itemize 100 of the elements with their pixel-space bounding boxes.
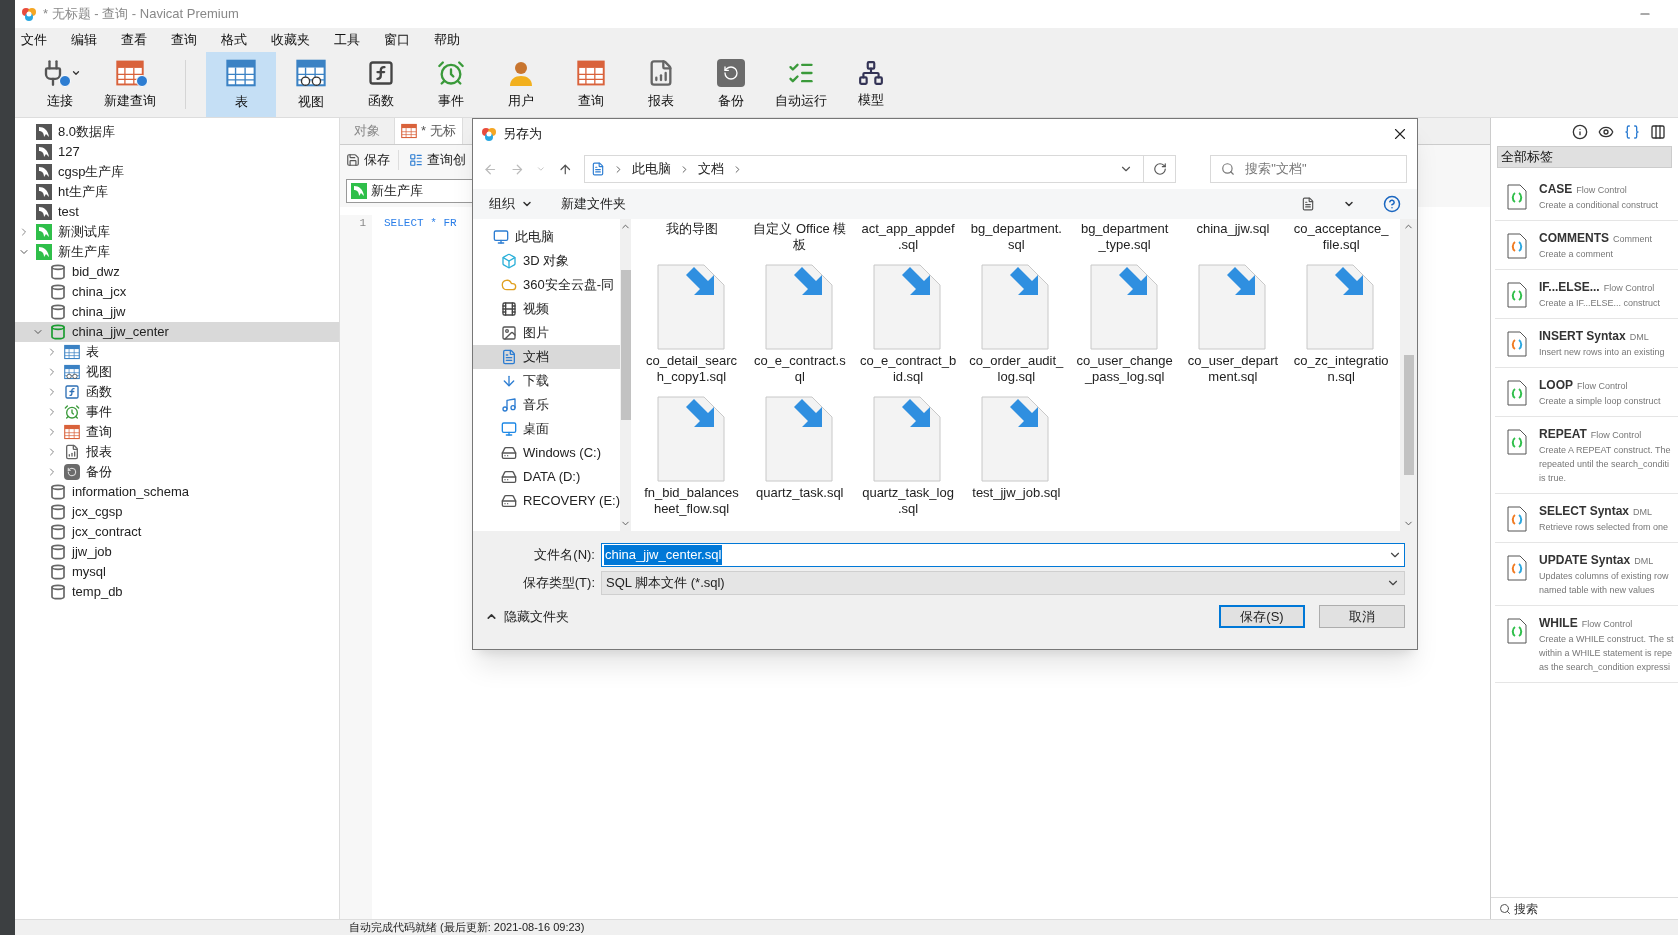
breadcrumb-item[interactable]: 文档 bbox=[698, 159, 725, 179]
editor-tab[interactable]: * 无标 bbox=[395, 118, 463, 144]
toolbar-button[interactable]: 新建文件夹 bbox=[561, 194, 626, 214]
file-name[interactable]: 自定义 Office 模 板 bbox=[753, 219, 847, 257]
snippet-item[interactable]: REPEAT Flow Control Create A REPEAT construct. The repeated until the search_conditi is true. bbox=[1495, 417, 1678, 494]
nav-item[interactable]: Windows (C:) bbox=[473, 441, 621, 465]
tree-item[interactable]: temp_db bbox=[15, 582, 339, 602]
file-type-dropdown[interactable]: SQL 脚本文件 (*.sql) bbox=[601, 571, 1405, 595]
info-icon[interactable] bbox=[1572, 124, 1588, 140]
nav-item[interactable]: DATA (D:) bbox=[473, 465, 621, 489]
file-name[interactable]: fn_bid_balances heet_flow.sql bbox=[644, 483, 739, 521]
snippet-item[interactable]: LOOP Flow Control Create a simple loop construct bbox=[1495, 368, 1678, 417]
nav-item[interactable]: 视频 bbox=[473, 297, 621, 321]
file-name[interactable]: co_zc_integratio n.sql bbox=[1293, 351, 1389, 389]
menu-item[interactable]: 收藏夹 bbox=[271, 30, 310, 50]
toolbar-button[interactable]: 报表 bbox=[626, 52, 696, 117]
dialog-button[interactable]: 取消 bbox=[1319, 605, 1405, 628]
file-name[interactable]: 我的导图 bbox=[665, 219, 718, 241]
tree-item[interactable]: 报表 bbox=[15, 442, 339, 462]
breadcrumb-item[interactable]: 此电脑 bbox=[632, 159, 672, 179]
snippet-item[interactable]: UPDATE Syntax DML Updates columns of existing row named table with new values bbox=[1495, 543, 1678, 606]
file-name[interactable]: bg_department _type.sql bbox=[1080, 219, 1169, 257]
tree-item[interactable]: 备份 bbox=[15, 462, 339, 482]
toolbar-button[interactable]: 模型 bbox=[836, 52, 906, 117]
scrollbar-thumb[interactable] bbox=[1403, 355, 1414, 475]
address-bar[interactable]: 此电脑 文档 bbox=[584, 155, 1177, 183]
menu-item[interactable]: 编辑 bbox=[71, 30, 97, 50]
eye-icon[interactable] bbox=[1598, 124, 1614, 140]
tree-item[interactable]: 函数 bbox=[15, 382, 339, 402]
file-name[interactable]: co_order_audit_ log.sql bbox=[969, 351, 1064, 389]
snippet-item[interactable]: WHILE Flow Control Create a WHILE construct. The st within a WHILE statement is repe as the search_condition expressi bbox=[1495, 606, 1678, 683]
nav-item[interactable]: 360安全云盘-同 bbox=[473, 273, 621, 297]
menu-item[interactable]: 查询 bbox=[171, 30, 197, 50]
nav-item[interactable]: 图片 bbox=[473, 321, 621, 345]
menu-item[interactable]: 工具 bbox=[334, 30, 360, 50]
file-name[interactable]: test_jjw_job.sql bbox=[972, 483, 1061, 505]
file-name[interactable]: co_user_depart ment.sql bbox=[1187, 351, 1279, 389]
menu-item[interactable]: 窗口 bbox=[384, 30, 410, 50]
snippet-item[interactable]: SELECT Syntax DML Retrieve rows selected from one bbox=[1495, 494, 1678, 543]
toolbar-button[interactable]: 新建查询 bbox=[95, 52, 165, 117]
file-name[interactable]: quartz_task_log .sql bbox=[862, 483, 954, 521]
tree-item[interactable]: ht生产库 bbox=[15, 182, 339, 202]
tree-item[interactable]: test bbox=[15, 202, 339, 222]
tree-item[interactable]: china_jcx bbox=[15, 282, 339, 302]
tree-item[interactable]: information_schema bbox=[15, 482, 339, 502]
tree-item[interactable]: 新生产库 bbox=[15, 242, 339, 262]
refresh-icon[interactable] bbox=[1152, 162, 1167, 176]
toolbar-button[interactable]: 表 bbox=[206, 52, 276, 117]
file-name[interactable]: china_jjw.sql bbox=[1196, 219, 1270, 241]
tree-item[interactable]: 查询 bbox=[15, 422, 339, 442]
filename-field[interactable]: china_jjw_center.sql bbox=[601, 543, 1405, 567]
snippet-item[interactable]: INSERT Syntax DML Insert new rows into an existing bbox=[1495, 319, 1678, 368]
toolbar-button[interactable]: 用户 bbox=[486, 52, 556, 117]
tree-item[interactable]: mysql bbox=[15, 562, 339, 582]
search-field[interactable]: 搜索"文档" bbox=[1210, 155, 1407, 183]
file-name[interactable]: co_e_contract.s ql bbox=[753, 351, 846, 389]
tree-item[interactable]: china_jjw bbox=[15, 302, 339, 322]
menu-item[interactable]: 帮助 bbox=[434, 30, 460, 50]
file-name[interactable]: co_acceptance_ file.sql bbox=[1293, 219, 1389, 257]
file-name[interactable]: bg_department. sql bbox=[970, 219, 1062, 257]
snippet-item[interactable]: IF...ELSE... Flow Control Create a IF...ELSE... construct bbox=[1495, 270, 1678, 319]
nav-item[interactable]: 桌面 bbox=[473, 417, 621, 441]
toolbar-button[interactable]: 视图 bbox=[276, 52, 346, 117]
tree-item[interactable]: cgsp生产库 bbox=[15, 162, 339, 182]
tree-item[interactable]: 新测试库 bbox=[15, 222, 339, 242]
toolbar-button[interactable]: 连接 bbox=[25, 52, 95, 117]
tree-item[interactable]: china_jjw_center bbox=[15, 322, 339, 342]
snippet-item[interactable]: CASE Flow Control Create a conditional construct bbox=[1495, 172, 1678, 221]
toolbar-button[interactable]: 组织 bbox=[489, 194, 533, 214]
file-name[interactable]: co_detail_searc h_copy1.sql bbox=[645, 351, 738, 389]
menu-item[interactable]: 查看 bbox=[121, 30, 147, 50]
nav-item[interactable]: 此电脑 bbox=[473, 225, 621, 249]
toolbar-button[interactable]: 备份 bbox=[696, 52, 766, 117]
columns-icon[interactable] bbox=[1650, 124, 1666, 140]
tree-item[interactable]: 表 bbox=[15, 342, 339, 362]
toolbar-button[interactable]: 函数 bbox=[346, 52, 416, 117]
toggle-link[interactable]: 隐藏文件夹 bbox=[504, 606, 569, 627]
file-name[interactable]: co_user_change _pass_log.sql bbox=[1076, 351, 1173, 389]
nav-item[interactable]: 3D 对象 bbox=[473, 249, 621, 273]
file-name[interactable]: quartz_task.sql bbox=[756, 483, 844, 505]
nav-item[interactable]: 下载 bbox=[473, 369, 621, 393]
menu-item[interactable]: 格式 bbox=[221, 30, 247, 50]
toolbar-button[interactable]: 自动运行 bbox=[766, 52, 836, 117]
dialog-button[interactable]: 保存(S) bbox=[1219, 605, 1305, 628]
help-icon[interactable] bbox=[1383, 195, 1401, 213]
scrollbar-thumb[interactable] bbox=[620, 270, 631, 420]
tree-item[interactable]: 127 bbox=[15, 142, 339, 162]
snippet-item[interactable]: COMMENTS Comment Create a comment bbox=[1495, 221, 1678, 270]
tag-filter[interactable]: 全部标签 bbox=[1497, 146, 1672, 168]
editor-toolbar-button[interactable]: 保存 bbox=[346, 150, 399, 170]
tree-item[interactable]: jjw_job bbox=[15, 542, 339, 562]
tree-item[interactable]: jcx_contract bbox=[15, 522, 339, 542]
toolbar-button[interactable]: 查询 bbox=[556, 52, 626, 117]
tree-item[interactable]: 8.0数据库 bbox=[15, 122, 339, 142]
file-name[interactable]: co_e_contract_b id.sql bbox=[860, 351, 957, 389]
view-mode-icon[interactable] bbox=[1301, 197, 1315, 211]
tree-item[interactable]: 视图 bbox=[15, 362, 339, 382]
tree-item[interactable]: jcx_cgsp bbox=[15, 502, 339, 522]
nav-item[interactable]: RECOVERY (E:) bbox=[473, 489, 621, 513]
toolbar-button[interactable]: 事件 bbox=[416, 52, 486, 117]
